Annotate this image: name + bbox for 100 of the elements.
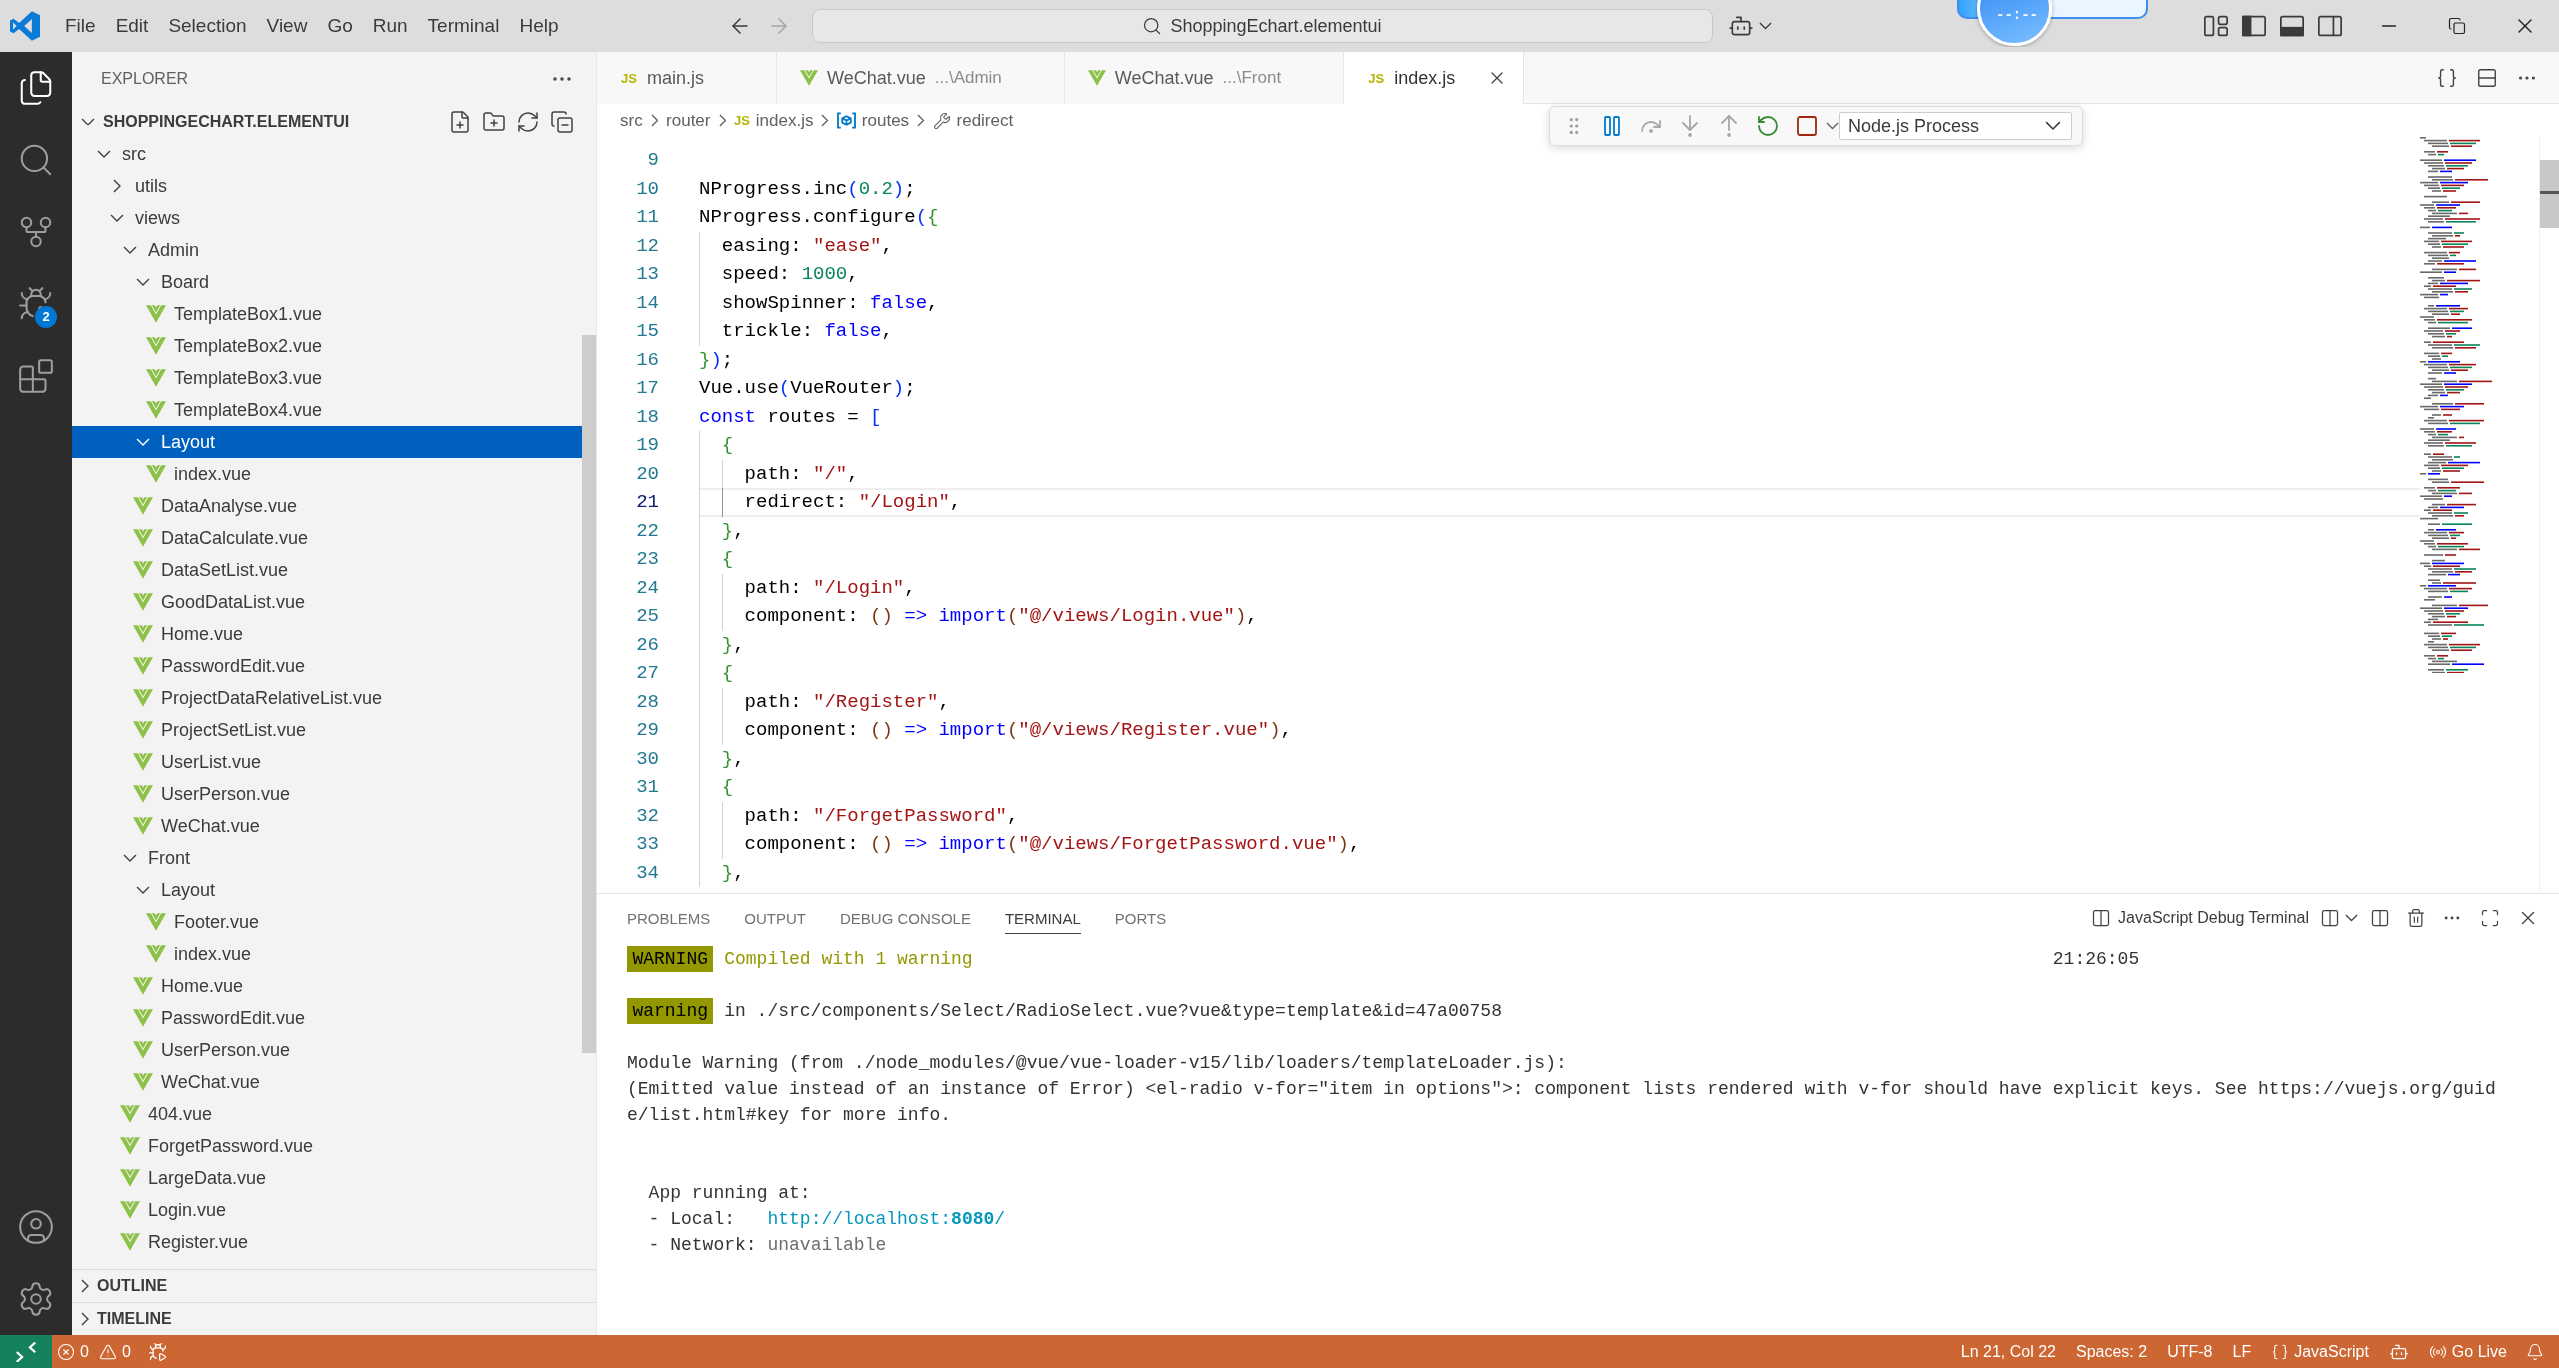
panel-tab[interactable]: OUTPUT (727, 894, 824, 942)
line-number: 12 (635, 233, 660, 259)
file-tree-item[interactable]: Home.vue (72, 970, 582, 1002)
remote-button[interactable] (0, 1335, 52, 1368)
file-tree-item[interactable]: ForgetPassword.vue (72, 1130, 582, 1162)
folder-tree-item[interactable]: Layout (72, 874, 582, 906)
file-tree-item[interactable]: PasswordEdit.vue (72, 1002, 582, 1034)
folder-tree-item[interactable]: Admin (72, 234, 582, 266)
file-tree-item[interactable]: Register.vue (72, 1226, 582, 1258)
split-editor-icon[interactable] (2476, 66, 2498, 89)
trash-icon[interactable] (2406, 908, 2426, 928)
breadcrumb-item[interactable]: JS index.js (733, 110, 814, 131)
chevron-down-icon[interactable] (1758, 22, 1772, 30)
file-tree-item[interactable]: ProjectDataRelativeList.vue (72, 682, 582, 714)
sidebar-left-icon[interactable] (2242, 14, 2266, 38)
chevron-down-icon[interactable] (2344, 914, 2358, 922)
split-icon[interactable] (2370, 908, 2390, 928)
chevron-down-icon[interactable] (1826, 122, 1839, 130)
folder-tree-item[interactable]: Front (72, 842, 582, 874)
restore-icon[interactable] (2448, 17, 2466, 35)
folder-tree-item[interactable]: views (72, 202, 582, 234)
app-logo-icon (10, 11, 40, 41)
file-tree-item[interactable]: Footer.vue (72, 906, 582, 938)
menu-item[interactable]: File (55, 7, 106, 45)
file-tree-item[interactable]: LargeData.vue (72, 1162, 582, 1194)
new-folder-icon[interactable] (482, 109, 506, 134)
breadcrumb-item[interactable]: router (666, 110, 711, 131)
file-tree-item[interactable]: GoodDataList.vue (72, 586, 582, 618)
folder-tree-item[interactable]: src (72, 138, 582, 170)
terminal-selector[interactable]: JavaScript Debug Terminal (2091, 908, 2319, 928)
braces-icon[interactable] (2436, 66, 2458, 89)
section-header[interactable]: OUTLINE (72, 1269, 596, 1302)
maximize-icon[interactable] (2480, 908, 2500, 928)
menu-item[interactable]: Edit (105, 7, 159, 45)
file-tree-item[interactable]: WeChat.vue (72, 810, 582, 842)
layout-icon[interactable] (2204, 14, 2228, 38)
project-folder-header[interactable]: SHOPPINGECHART.ELEMENTUI (72, 105, 350, 138)
new-file-icon[interactable] (448, 109, 472, 134)
status-item[interactable]: LF (2222, 1335, 2262, 1368)
file-tree-item[interactable]: TemplateBox4.vue (72, 394, 582, 426)
panel-tab[interactable]: TERMINAL (987, 894, 1098, 942)
panel-tab[interactable]: DEBUG CONSOLE (823, 894, 988, 942)
file-tree-item[interactable]: Home.vue (72, 618, 582, 650)
panel-bottom-icon[interactable] (2280, 14, 2304, 38)
folder-tree-item[interactable]: Board (72, 266, 582, 298)
file-tree-item[interactable]: index.vue (72, 458, 582, 490)
menu-item[interactable]: Selection (158, 7, 257, 45)
breadcrumb-item[interactable]: routes (836, 110, 910, 131)
editor-tab[interactable]: WeChat.vue ...\Front (1064, 52, 1345, 104)
file-tree-item[interactable]: index.vue (72, 938, 582, 970)
menu-item[interactable]: Run (362, 7, 418, 45)
panel-tab[interactable]: PORTS (1097, 894, 1184, 942)
file-tree-item[interactable]: UserPerson.vue (72, 1034, 582, 1066)
status-item[interactable]: Ln 21, Col 22 (1950, 1335, 2066, 1368)
split-icon[interactable] (2320, 908, 2340, 928)
warning-count[interactable]: 0 (93, 1335, 136, 1368)
file-tree-item[interactable]: PasswordEdit.vue (72, 650, 582, 682)
file-tree-item[interactable]: 404.vue (72, 1098, 582, 1130)
file-tree-item[interactable]: WeChat.vue (72, 1066, 582, 1098)
stop-icon[interactable] (1794, 114, 1819, 138)
language-mode[interactable]: JavaScript (2261, 1335, 2379, 1368)
scrollbar-thumb[interactable] (2540, 160, 2559, 228)
file-tree-item[interactable]: UserList.vue (72, 746, 582, 778)
file-tree-item[interactable]: TemplateBox3.vue (72, 362, 582, 394)
editor-tab[interactable]: WeChat.vue ...\Admin (777, 52, 1065, 104)
file-tree-item[interactable]: UserPerson.vue (72, 778, 582, 810)
folder-tree-item[interactable]: utils (72, 170, 582, 202)
blocks-icon[interactable] (17, 357, 55, 395)
go-live-button[interactable]: Go Live (2418, 1335, 2517, 1368)
file-tree-item[interactable]: DataCalculate.vue (72, 522, 582, 554)
status-item[interactable]: Spaces: 2 (2066, 1335, 2158, 1368)
bell-icon[interactable] (2526, 1342, 2544, 1361)
file-tree-item[interactable]: DataSetList.vue (72, 554, 582, 586)
file-tree-item[interactable]: TemplateBox2.vue (72, 330, 582, 362)
breadcrumb-item[interactable]: src (620, 110, 643, 131)
editor-tab[interactable]: JS main.js (597, 52, 777, 104)
panel-tab[interactable]: PROBLEMS (610, 894, 728, 942)
editor-tab[interactable]: JS index.js (1344, 52, 1525, 104)
breadcrumb-item[interactable]: redirect (932, 110, 1014, 131)
collapse-all-icon[interactable] (550, 109, 574, 134)
bug-play-icon[interactable] (147, 1341, 168, 1362)
file-tree-item[interactable]: Login.vue (72, 1194, 582, 1226)
sidebar-right-icon[interactable] (2318, 14, 2342, 38)
command-search-field[interactable]: ShoppingEchart.elementui (811, 9, 1713, 43)
error-count[interactable]: 0 (52, 1335, 94, 1368)
file-tree-item[interactable]: DataAnalyse.vue (72, 490, 582, 522)
menu-item[interactable]: Help (509, 7, 569, 45)
restart-icon[interactable] (1755, 114, 1780, 138)
menu-item[interactable]: Go (317, 7, 363, 45)
refresh-icon[interactable] (516, 109, 540, 134)
menu-item[interactable]: View (256, 7, 318, 45)
menu-item[interactable]: Terminal (417, 7, 510, 45)
user-icon[interactable] (17, 1208, 55, 1246)
process-select[interactable]: Node.js Process (1839, 112, 2072, 140)
file-tree-item[interactable]: TemplateBox1.vue (72, 298, 582, 330)
file-tree-item[interactable]: ProjectSetList.vue (72, 714, 582, 746)
vue-file-icon (133, 624, 153, 644)
scrollbar-thumb[interactable] (582, 335, 596, 1053)
status-item[interactable]: UTF-8 (2157, 1335, 2223, 1368)
folder-tree-item[interactable]: Layout (72, 426, 582, 458)
